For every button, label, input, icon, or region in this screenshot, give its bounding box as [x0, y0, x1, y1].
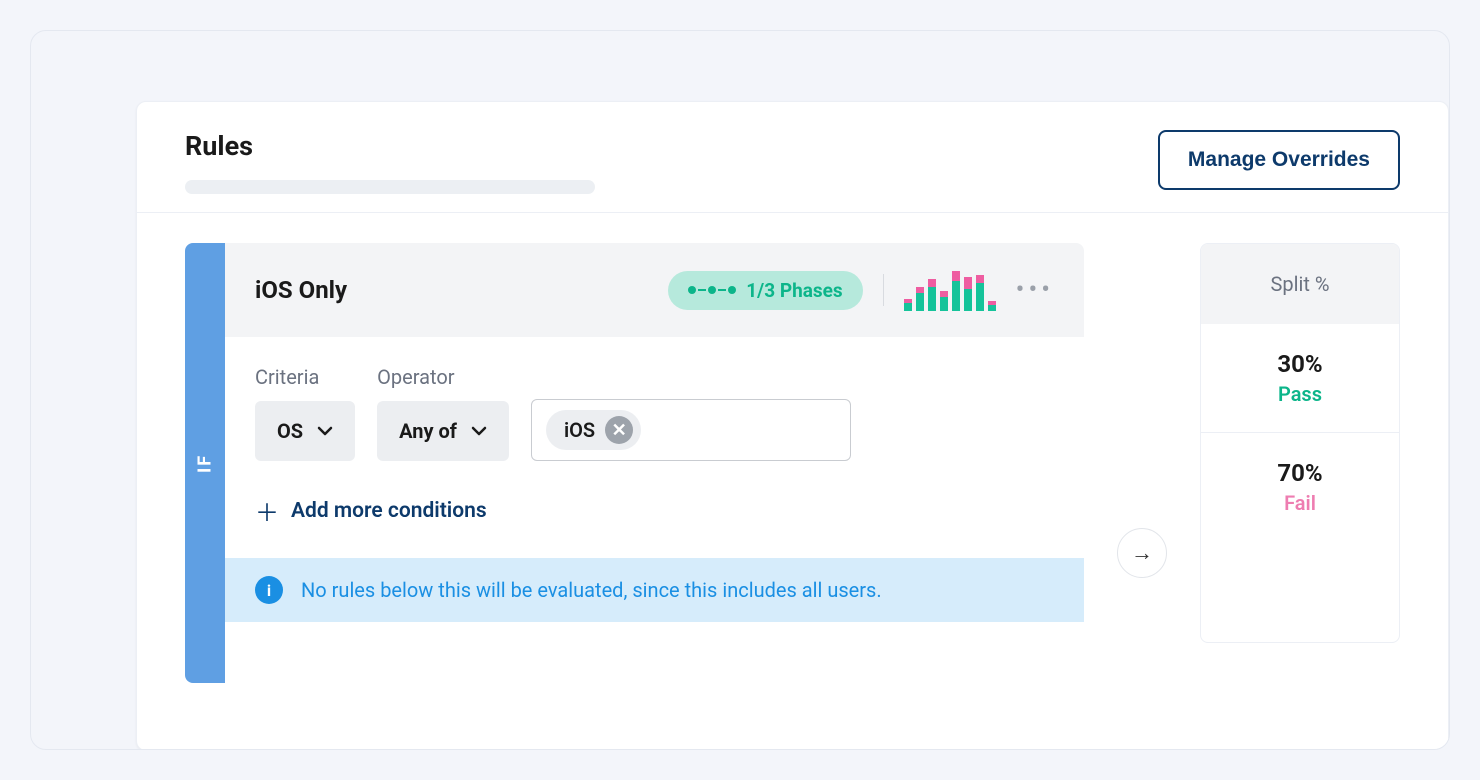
chevron-down-icon [471, 423, 487, 439]
value-chip: iOS ✕ [546, 410, 641, 450]
add-conditions-label: Add more conditions [291, 499, 487, 523]
page-title: Rules [185, 130, 1158, 162]
rule-area: IF iOS Only 1/3 Phases ••• [137, 213, 1448, 683]
rules-card: Rules Manage Overrides IF iOS Only [136, 101, 1449, 750]
info-banner: i No rules below this will be evaluated,… [225, 558, 1084, 622]
app-frame: Rules Manage Overrides IF iOS Only [30, 30, 1450, 750]
card-header: Rules Manage Overrides [137, 102, 1448, 213]
divider [883, 274, 884, 306]
manage-overrides-button[interactable]: Manage Overrides [1158, 130, 1400, 190]
conditions-row: Criteria OS Operator Any of [225, 337, 1084, 479]
split-fail-row: 70% Fail [1201, 433, 1399, 541]
split-header: Split % [1201, 244, 1399, 324]
chevron-down-icon [317, 423, 333, 439]
phases-pill[interactable]: 1/3 Phases [668, 271, 862, 310]
value-tag-input[interactable]: iOS ✕ [531, 399, 851, 461]
split-pass-row: 30% Pass [1201, 324, 1399, 433]
operator-value: Any of [399, 419, 457, 443]
rule-body: iOS Only 1/3 Phases ••• [225, 243, 1084, 683]
rule-block: IF iOS Only 1/3 Phases ••• [185, 243, 1084, 683]
if-rail: IF [185, 243, 225, 683]
arrow-rail: → [1102, 243, 1182, 683]
split-pass-pct: 30% [1201, 350, 1399, 378]
split-panel: Split % 30% Pass 70% Fail [1200, 243, 1400, 643]
phases-label: 1/3 Phases [746, 279, 842, 302]
add-conditions-button[interactable]: ＋ Add more conditions [225, 479, 1084, 558]
split-fail-label: Fail [1201, 491, 1399, 515]
phases-progress-icon [688, 286, 736, 294]
rule-header: iOS Only 1/3 Phases ••• [225, 243, 1084, 337]
info-icon: i [255, 576, 283, 604]
rule-name: iOS Only [255, 276, 347, 304]
more-menu-icon[interactable]: ••• [1016, 275, 1054, 305]
split-fail-pct: 70% [1201, 459, 1399, 487]
criteria-select[interactable]: OS [255, 401, 355, 461]
operator-field: Operator Any of [377, 365, 509, 461]
split-pass-label: Pass [1201, 382, 1399, 406]
arrow-right-icon: → [1117, 528, 1167, 578]
info-text: No rules below this will be evaluated, s… [301, 578, 882, 602]
criteria-label: Criteria [255, 365, 355, 389]
subtitle-placeholder [185, 180, 595, 194]
criteria-field: Criteria OS [255, 365, 355, 461]
plus-icon: ＋ [255, 493, 279, 528]
chip-remove-icon[interactable]: ✕ [605, 416, 633, 444]
operator-label: Operator [377, 365, 509, 389]
operator-select[interactable]: Any of [377, 401, 509, 461]
header-left: Rules [185, 130, 1158, 194]
chip-label: iOS [564, 418, 595, 442]
sparkline-chart [904, 269, 996, 311]
criteria-value: OS [277, 419, 303, 443]
